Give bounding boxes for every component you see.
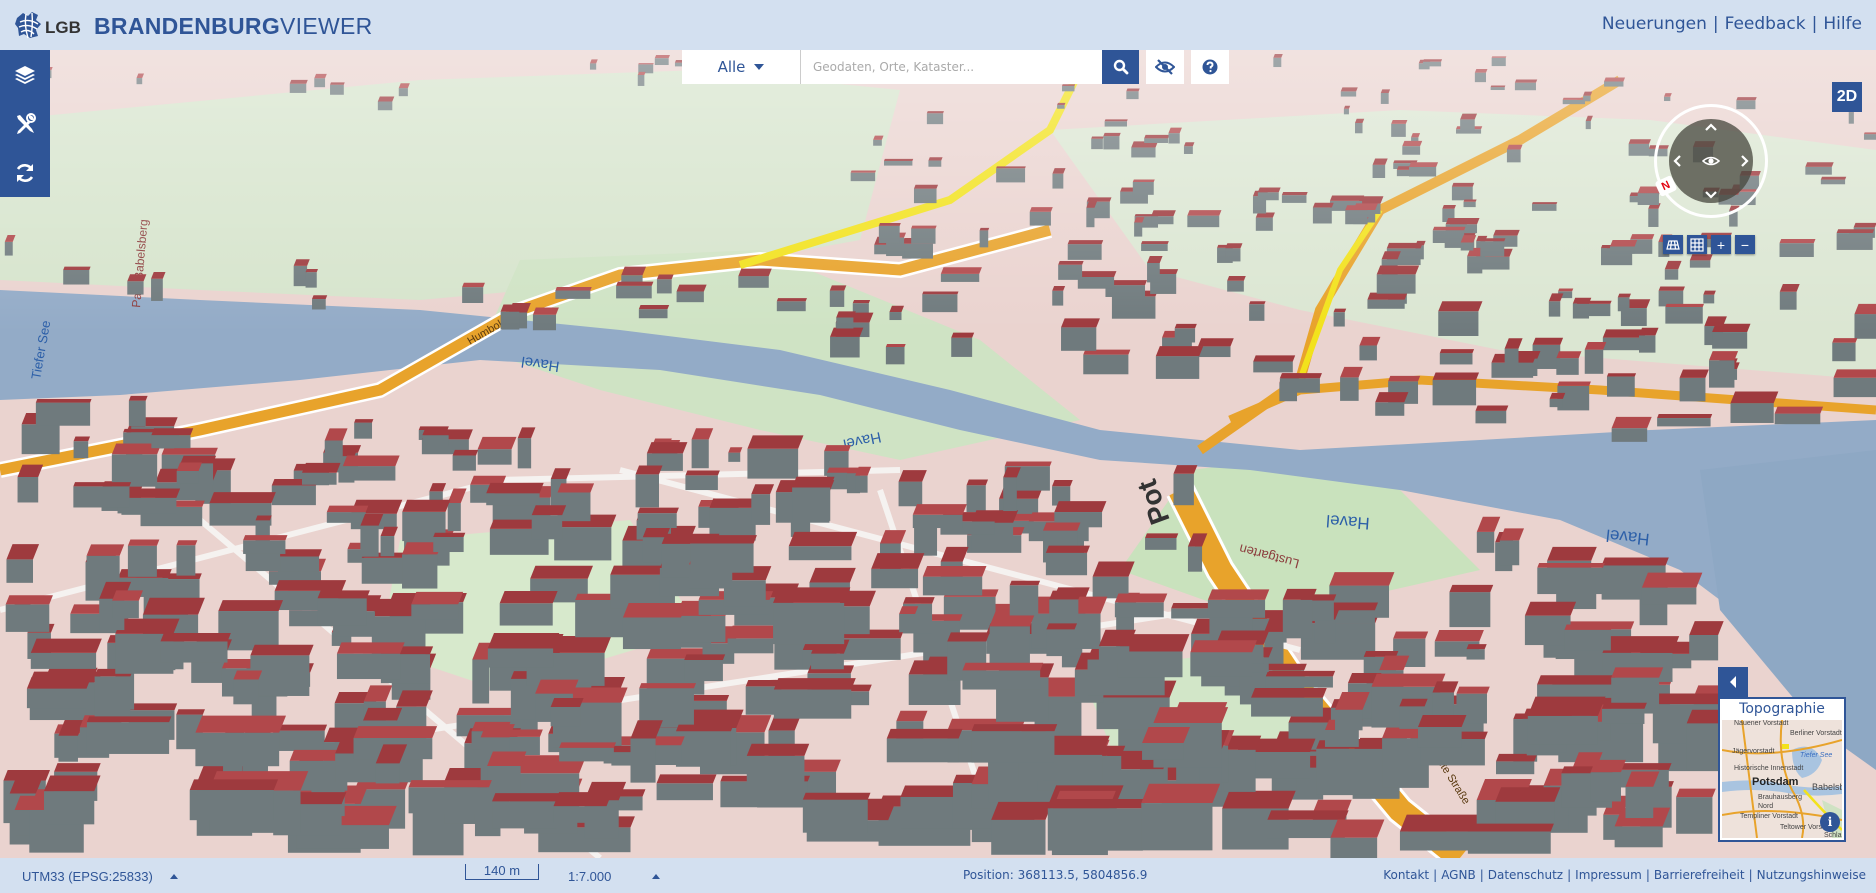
footer-links: Kontakt | AGNB | Datenschutz | Impressum | Barri…: [1383, 868, 1866, 882]
caret-down-icon: [754, 64, 765, 70]
rotate-right-button[interactable]: [1736, 152, 1754, 170]
separator: |: [1479, 868, 1484, 882]
link-nutzungshinweise[interactable]: Nutzungshinweise: [1757, 868, 1866, 882]
scale-bar: 140 m: [465, 864, 539, 880]
cursor-position: Position: 368113.5, 5804856.9: [963, 868, 1147, 882]
link-barrierefreiheit[interactable]: Barrierefreiheit: [1654, 868, 1745, 882]
perspective-button[interactable]: [1663, 235, 1683, 254]
ov-label-potsdam: Potsdam: [1752, 776, 1799, 788]
tilt-up-button[interactable]: [1702, 118, 1720, 136]
reset-view-button[interactable]: [0, 148, 50, 197]
ov-label-nord: Nord: [1758, 803, 1774, 810]
ov-label-babelsberg: Babelsberg: [1812, 782, 1842, 792]
ov-label-brauhausberg: Brauhausberg: [1758, 794, 1802, 801]
ov-label-templiner: Templiner Vorstadt: [1740, 813, 1798, 820]
crs-dropdown-icon[interactable]: [170, 874, 178, 879]
tools-icon: [17, 112, 36, 134]
status-bar: UTM33 (EPSG:25833) 140 m 1:7.000 Positio…: [0, 858, 1876, 893]
link-agnb[interactable]: AGNB: [1441, 868, 1476, 882]
layers-button[interactable]: [0, 50, 50, 99]
eye-icon: [1702, 156, 1720, 166]
logo-text: LGB: [45, 18, 81, 37]
map-3d-view[interactable]: Havel Havel Havel Havel Tiefer See Park …: [0, 50, 1876, 858]
scale-dropdown-icon[interactable]: [652, 874, 660, 879]
overview-title: Topographie: [1739, 701, 1825, 717]
tools-button[interactable]: [0, 99, 50, 148]
header-links: Neuerungen | Feedback | Hilfe: [1602, 14, 1862, 34]
tilt-down-button[interactable]: [1702, 186, 1720, 204]
search-category-value: Alle: [717, 58, 746, 76]
app-title-light: VIEWER: [280, 13, 373, 39]
separator: |: [1433, 868, 1438, 882]
app-title: BRANDENBURGVIEWER: [94, 13, 373, 40]
separator: |: [1748, 868, 1753, 882]
ov-label-schla: Schla: [1824, 832, 1842, 838]
look-button[interactable]: [1700, 152, 1722, 170]
ov-label-jaeger: Jägervorstadt: [1732, 748, 1775, 755]
search-input[interactable]: [801, 50, 1102, 84]
search-button[interactable]: [1102, 50, 1139, 84]
ov-label-innenstadt: Historische Innenstadt: [1734, 765, 1804, 772]
grid-icon: [1690, 237, 1704, 252]
perspective-grid-icon: [1666, 239, 1680, 250]
link-impressum[interactable]: Impressum: [1575, 868, 1642, 882]
lgb-logo[interactable]: LGB: [14, 10, 81, 40]
overview-map: Topographie Nauener Vorstadt Berliner Vo…: [1718, 697, 1846, 842]
eye-slash-icon: [1155, 59, 1175, 75]
search-icon: [1113, 59, 1128, 75]
link-hilfe[interactable]: Hilfe: [1823, 14, 1862, 34]
layers-icon: [15, 65, 35, 84]
chevron-right-icon: [1741, 155, 1749, 167]
separator: |: [1712, 14, 1719, 34]
left-toolbar: [0, 50, 50, 197]
chevron-left-icon: [1673, 155, 1681, 167]
atmosphere-haze: [0, 50, 1876, 858]
chevron-up-icon: [1705, 123, 1717, 131]
refresh-icon: [16, 163, 34, 182]
link-datenschutz[interactable]: Datenschutz: [1488, 868, 1563, 882]
rotate-left-button[interactable]: [1668, 152, 1686, 170]
separator: |: [1811, 14, 1818, 34]
scale-selector[interactable]: 1:7.000: [568, 869, 611, 884]
app-title-bold: BRANDENBURG: [94, 13, 281, 39]
zoom-in-button[interactable]: +: [1711, 235, 1731, 254]
map-tools: + −: [1663, 235, 1759, 254]
chevron-down-icon: [1705, 191, 1717, 199]
zoom-out-button[interactable]: −: [1735, 235, 1755, 254]
hide-overlay-button[interactable]: [1146, 50, 1184, 84]
link-kontakt[interactable]: Kontakt: [1383, 868, 1429, 882]
search-category-select[interactable]: Alle: [682, 50, 801, 84]
caret-left-icon: [1730, 676, 1736, 688]
search-bar: Alle: [682, 50, 1229, 84]
overview-info-button[interactable]: i: [1820, 812, 1840, 832]
ov-label-tiefer-see: Tiefer See: [1800, 752, 1833, 759]
link-feedback[interactable]: Feedback: [1725, 14, 1806, 34]
crs-selector[interactable]: UTM33 (EPSG:25833): [22, 869, 153, 884]
grid-button[interactable]: [1687, 235, 1707, 254]
overview-map-canvas[interactable]: Nauener Vorstadt Berliner Vorstadt Jäger…: [1722, 720, 1842, 838]
toggle-2d-button[interactable]: 2D: [1832, 82, 1862, 112]
navigation-compass[interactable]: N: [1654, 104, 1768, 218]
link-neuerungen[interactable]: Neuerungen: [1602, 14, 1707, 34]
map-canvas[interactable]: Havel Havel Havel Havel Tiefer See Park …: [0, 50, 1876, 858]
app-header: LGB BRANDENBURGVIEWER Neuerungen | Feedbac…: [0, 0, 1876, 50]
ov-label-nauener: Nauener Vorstadt: [1734, 720, 1789, 727]
separator: |: [1567, 868, 1572, 882]
help-button[interactable]: [1191, 50, 1229, 84]
position-value: 368113.5, 5804856.9: [1017, 868, 1148, 882]
question-circle-icon: [1202, 59, 1218, 75]
ov-label-berliner: Berliner Vorstadt: [1790, 730, 1842, 737]
lgb-logo-icon: [15, 12, 41, 39]
overview-toggle-button[interactable]: [1718, 667, 1748, 697]
separator: |: [1645, 868, 1650, 882]
position-label: Position:: [963, 868, 1014, 882]
